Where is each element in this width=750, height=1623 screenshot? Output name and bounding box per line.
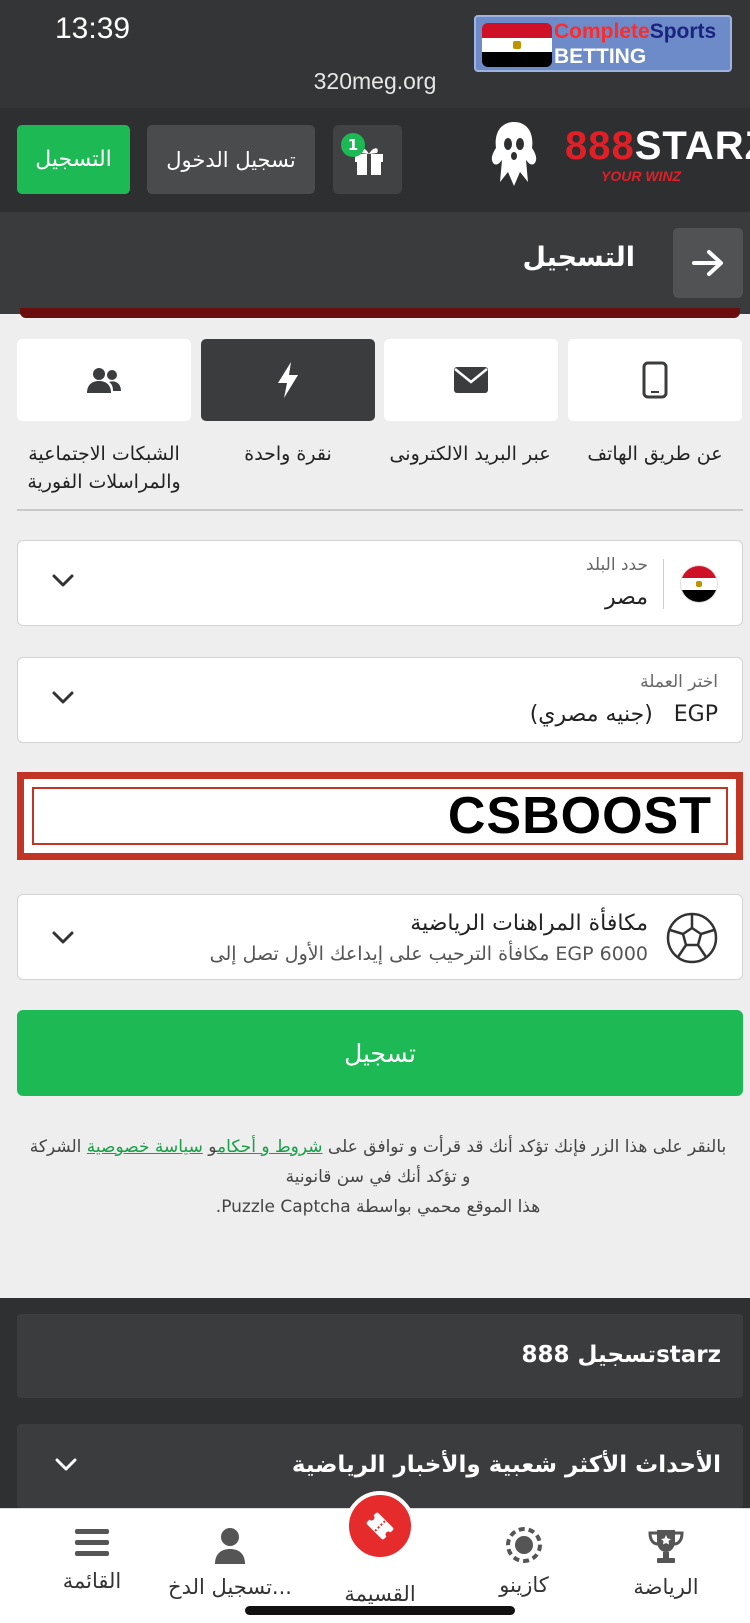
status-time: 13:39 xyxy=(55,12,131,45)
gift-button[interactable]: 1 xyxy=(333,125,402,194)
home-indicator[interactable] xyxy=(245,1606,515,1615)
captcha-notice: هذا الموقع محمي بواسطة Puzzle Captcha. xyxy=(215,1197,541,1217)
nav-coupon-label: القسيمة xyxy=(344,1582,416,1606)
tab-social-label-line2: والمراسلات الفورية xyxy=(27,471,181,493)
terms-line2: و تؤكد أنك في سن قانونية xyxy=(285,1167,471,1187)
page-title-bar: التسجيل xyxy=(0,212,750,314)
nav-menu-label: القائمة xyxy=(62,1569,122,1593)
nav-sports[interactable]: الرياضة xyxy=(596,1527,736,1599)
nav-menu[interactable]: القائمة xyxy=(22,1527,162,1593)
tab-email-label: عبر البريد الالكترونى xyxy=(389,443,551,465)
tab-one-click-label: نقرة واحدة xyxy=(244,443,332,465)
casino-chip-icon xyxy=(506,1527,542,1563)
site-footer: تسجيل 888starz الأحداث الأكثر شعبية والأ… xyxy=(0,1298,750,1508)
trophy-icon xyxy=(648,1530,684,1563)
section-divider xyxy=(17,509,743,511)
promo-code-value: CSBOOST xyxy=(447,787,712,845)
phone-icon xyxy=(642,361,668,399)
egypt-flag-icon xyxy=(680,565,718,603)
currency-code: EGP xyxy=(673,702,718,727)
ghost-icon xyxy=(491,122,537,186)
nav-casino-label: كازينو xyxy=(499,1573,549,1597)
footer-popular-events-title: الأحداث الأكثر شعبية والأخبار الرياضية xyxy=(291,1452,721,1478)
badge-title-red: Complete xyxy=(554,20,650,43)
terms-text: بالنقر على هذا الزر فإنك تؤكد أنك قد قرأ… xyxy=(14,1132,742,1222)
user-icon xyxy=(215,1528,245,1564)
currency-select[interactable]: اختر العملة (جنيه مصري) EGP xyxy=(17,657,743,743)
privacy-link[interactable]: سياسة خصوصية xyxy=(87,1137,203,1157)
users-icon xyxy=(87,368,121,393)
chevron-down-icon xyxy=(52,574,74,587)
terms-link[interactable]: شروط و أحكام xyxy=(217,1137,322,1157)
currency-name: (جنيه مصري) xyxy=(529,702,653,727)
promo-code-input[interactable]: CSBOOST xyxy=(32,787,728,845)
nav-sports-label: الرياضة xyxy=(633,1575,699,1599)
footer-register-title: تسجيل 888starz xyxy=(521,1342,722,1368)
hamburger-menu-icon xyxy=(75,1529,109,1556)
brand-name: 888STARZ xyxy=(565,124,750,169)
bonus-title: مكافأة المراهنات الرياضية xyxy=(410,911,648,936)
nav-casino[interactable]: كازينو xyxy=(454,1527,594,1597)
url-label: 320meg.org xyxy=(313,68,437,94)
gift-count-badge: 1 xyxy=(341,133,365,157)
tab-email[interactable] xyxy=(384,339,558,421)
status-bar: 13:39 320meg.org CompleteSports BETTING xyxy=(0,0,750,108)
country-value: مصر xyxy=(604,585,648,610)
chevron-down-icon xyxy=(52,931,74,944)
envelope-icon xyxy=(454,367,488,393)
lightning-icon xyxy=(278,362,298,398)
currency-value: (جنيه مصري) EGP xyxy=(530,702,718,727)
terms-suffix: الشركة xyxy=(29,1137,82,1157)
footer-register-section[interactable]: تسجيل 888starz xyxy=(17,1314,743,1398)
tab-social-label: الشبكات الاجتماعية والمراسلات الفورية xyxy=(14,440,194,496)
brand-tagline: YOUR WINZ xyxy=(601,168,682,184)
tab-phone[interactable] xyxy=(568,339,742,421)
badge-title-blue: Sports xyxy=(649,20,717,43)
brand-word: STARZ xyxy=(634,124,750,168)
terms-and: و xyxy=(208,1137,218,1157)
bonus-subtitle: مكافأة الترحيب على إيداعك الأول تصل إلى … xyxy=(209,943,648,965)
tab-social[interactable] xyxy=(17,339,191,421)
terms-prefix: بالنقر على هذا الزر فإنك تؤكد أنك قد قرأ… xyxy=(327,1137,727,1157)
badge-subtitle: BETTING xyxy=(554,45,647,68)
tab-one-click[interactable] xyxy=(201,339,375,421)
brand-logo[interactable]: 888STARZ YOUR WINZ xyxy=(565,124,750,184)
page-title: التسجيل xyxy=(522,242,635,273)
country-select[interactable]: حدد البلد مصر xyxy=(17,540,743,626)
brand-number: 888 xyxy=(565,124,635,168)
nav-login[interactable]: تسجيل الدخ... xyxy=(160,1527,300,1599)
currency-label: اختر العملة xyxy=(640,672,718,692)
tab-phone-label: عن طريق الهاتف xyxy=(587,443,723,465)
terms-line1: بالنقر على هذا الزر فإنك تؤكد أنك قد قرأ… xyxy=(14,1132,742,1162)
soccer-ball-icon xyxy=(666,912,718,964)
tab-social-label-line1: الشبكات الاجتماعية xyxy=(28,443,180,465)
country-label: حدد البلد xyxy=(586,555,648,575)
chevron-down-icon xyxy=(55,1458,77,1471)
register-button-header[interactable]: التسجيل xyxy=(17,125,130,194)
ticket-icon xyxy=(366,1512,394,1540)
register-submit-button[interactable]: تسجيل xyxy=(17,1010,743,1096)
promo-code-box[interactable]: CSBOOST xyxy=(17,772,743,860)
field-separator xyxy=(663,559,664,609)
login-button-header[interactable]: تسجيل الدخول xyxy=(147,125,315,194)
site-header: التسجيل تسجيل الدخول 1 888STARZ YOUR WIN… xyxy=(0,108,750,212)
badge-title: CompleteSports xyxy=(554,20,716,44)
completesports-badge: CompleteSports BETTING xyxy=(474,15,732,72)
nav-login-label: تسجيل الدخ... xyxy=(168,1575,292,1599)
egypt-flag-icon xyxy=(482,23,552,67)
bonus-select[interactable]: مكافأة المراهنات الرياضية مكافأة الترحيب… xyxy=(17,894,743,980)
banner-strip xyxy=(20,308,740,318)
arrow-right-icon xyxy=(692,250,723,276)
nav-coupon-button[interactable] xyxy=(345,1491,415,1561)
chevron-down-icon xyxy=(52,691,74,704)
back-button[interactable] xyxy=(673,228,743,298)
